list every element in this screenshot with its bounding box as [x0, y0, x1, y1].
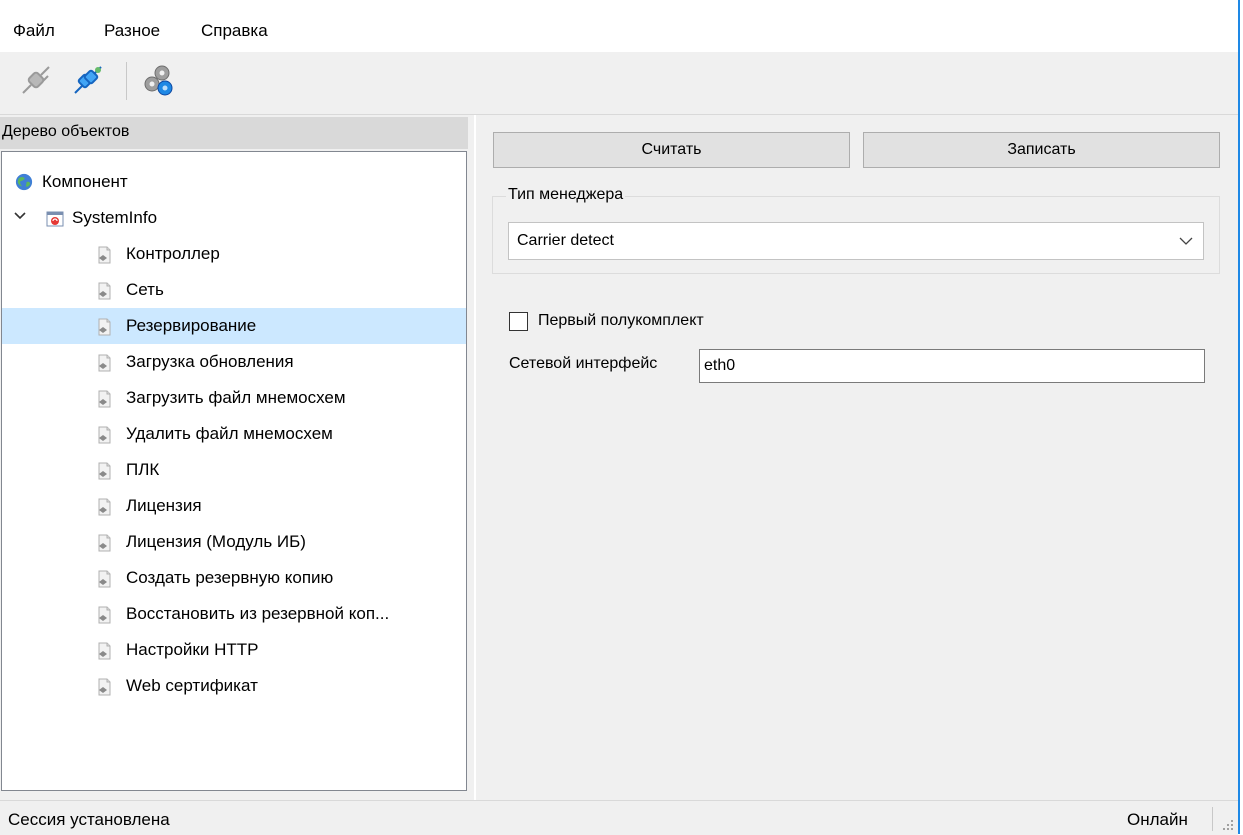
- tree-item[interactable]: Контроллер: [2, 236, 466, 272]
- document-icon: [95, 354, 113, 372]
- tree-item[interactable]: Лицензия (Модуль ИБ): [2, 524, 466, 560]
- toolbar-separator: [126, 62, 127, 100]
- tree-item[interactable]: Сеть: [2, 272, 466, 308]
- menu-help[interactable]: Справка: [201, 21, 268, 41]
- tree-item-label: Удалить файл мнемосхем: [126, 424, 333, 443]
- tree-item[interactable]: ПЛК: [2, 452, 466, 488]
- tree-item-systeminfo[interactable]: SystemInfo: [2, 200, 466, 236]
- write-button[interactable]: Записать: [863, 132, 1220, 168]
- document-icon: [95, 462, 113, 480]
- plug-connected-icon: [74, 66, 102, 94]
- tree-item-component[interactable]: Компонент: [2, 164, 466, 200]
- tree-item[interactable]: Удалить файл мнемосхем: [2, 416, 466, 452]
- toolbar: [0, 52, 1238, 115]
- document-icon: [95, 678, 113, 696]
- menu-misc[interactable]: Разное: [104, 21, 160, 41]
- tree-item-label: Создать резервную копию: [126, 568, 334, 587]
- manager-type-value: Carrier detect: [517, 232, 614, 249]
- document-icon: [95, 246, 113, 264]
- document-icon: [95, 642, 113, 660]
- tree-item[interactable]: Создать резервную копию: [2, 560, 466, 596]
- tree-item-label: Восстановить из резервной коп...: [126, 604, 390, 623]
- tree-item-label: Загрузка обновления: [126, 352, 294, 371]
- tree-item-label: Лицензия (Модуль ИБ): [126, 532, 306, 551]
- menu-bar: Файл Разное Справка: [0, 0, 1238, 52]
- tree-item[interactable]: Лицензия: [2, 488, 466, 524]
- manager-type-title: Тип менеджера: [506, 186, 626, 204]
- document-icon: [95, 282, 113, 300]
- globe-icon: [15, 173, 33, 191]
- tree-label: Компонент: [42, 172, 128, 191]
- tree-item-label: Лицензия: [126, 496, 202, 515]
- manager-type-select[interactable]: Carrier detect: [508, 222, 1204, 260]
- tree-item[interactable]: Резервирование: [2, 308, 466, 344]
- tree-item-label: Контроллер: [126, 244, 220, 263]
- tree-item-label: Web сертификат: [126, 676, 258, 695]
- document-icon: [95, 498, 113, 516]
- document-icon: [95, 318, 113, 336]
- resize-grip-icon[interactable]: [1220, 817, 1234, 831]
- tree-item-label: ПЛК: [126, 460, 160, 479]
- chevron-down-icon: [1179, 237, 1193, 245]
- document-icon: [95, 426, 113, 444]
- plug-disconnected-icon: [22, 66, 50, 94]
- systeminfo-icon: [46, 211, 64, 227]
- gears-icon: [144, 65, 173, 96]
- document-icon: [95, 606, 113, 624]
- tree-item[interactable]: Загрузить файл мнемосхем: [2, 380, 466, 416]
- tree-header: Дерево объектов: [0, 117, 468, 149]
- network-interface-input[interactable]: [699, 349, 1205, 383]
- read-button[interactable]: Считать: [493, 132, 850, 168]
- document-icon: [95, 390, 113, 408]
- network-interface-label: Сетевой интерфейс: [509, 355, 658, 372]
- first-half-set-checkbox[interactable]: [509, 312, 528, 331]
- tree-item-label: Настройки HTTP: [126, 640, 259, 659]
- settings-button[interactable]: [136, 58, 180, 102]
- connection-status: Онлайн: [1127, 810, 1188, 829]
- session-status: Сессия установлена: [8, 810, 170, 829]
- tree-item[interactable]: Загрузка обновления: [2, 344, 466, 380]
- connect-button[interactable]: [66, 58, 110, 102]
- window-accent-border: [1238, 0, 1240, 834]
- menu-file[interactable]: Файл: [13, 21, 55, 41]
- tree-item[interactable]: Восстановить из резервной коп...: [2, 596, 466, 632]
- status-bar: Сессия установлена Онлайн: [0, 800, 1238, 835]
- object-tree[interactable]: Компонент SystemInfo Контроллер Сеть Резер…: [1, 151, 467, 791]
- tree-item-label: Резервирование: [126, 316, 257, 335]
- tree-item-label: Загрузить файл мнемосхем: [126, 388, 346, 407]
- chevron-down-icon[interactable]: [12, 208, 28, 224]
- disconnect-button[interactable]: [14, 58, 58, 102]
- first-half-set-label[interactable]: Первый полукомплект: [538, 312, 704, 330]
- tree-item[interactable]: Web сертификат: [2, 668, 466, 704]
- tree-item[interactable]: Настройки HTTP: [2, 632, 466, 668]
- tree-item-label: Сеть: [126, 280, 164, 299]
- document-icon: [95, 534, 113, 552]
- tree-label: SystemInfo: [72, 208, 158, 227]
- status-separator: [1212, 807, 1213, 831]
- document-icon: [95, 570, 113, 588]
- main-window: Файл Разное Справка Дерево объектов Комп…: [0, 0, 1238, 835]
- tree-header-title: Дерево объектов: [2, 123, 130, 140]
- splitter[interactable]: [474, 115, 476, 800]
